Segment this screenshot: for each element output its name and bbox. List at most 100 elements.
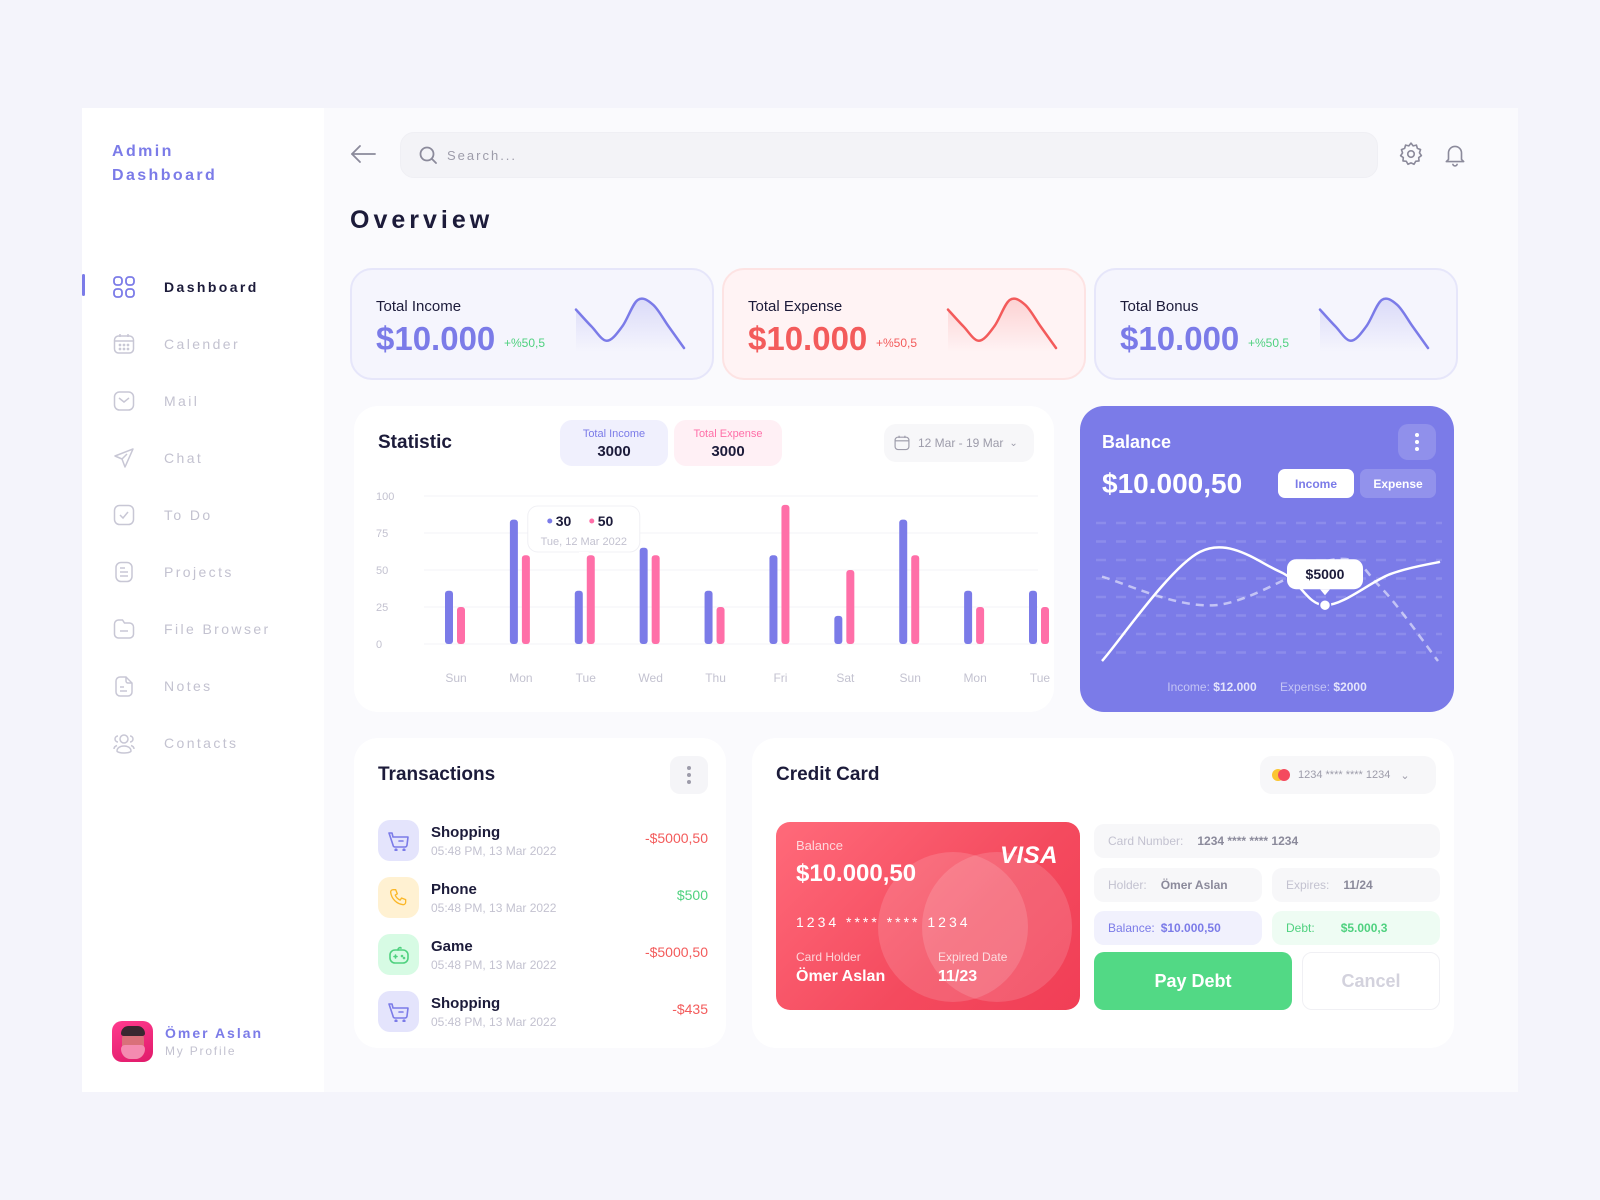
balance-value: $10.000,50 (1102, 468, 1243, 499)
sidebar-item-chat[interactable]: Chat (82, 429, 324, 486)
bonus-sparkline (1318, 297, 1430, 352)
transaction-row[interactable]: Phone 05:48 PM, 13 Mar 2022 $500 (378, 869, 708, 926)
card-select[interactable]: 1234 **** **** 1234 ⌄ (1260, 756, 1436, 794)
balance-menu-button[interactable] (1398, 424, 1436, 460)
pill-value: 3000 (711, 443, 745, 460)
total-income-card[interactable]: Total Income $10.000 +%50,5 (350, 268, 714, 380)
pill-label: Total Income (582, 428, 646, 440)
sidebar: Admin Dashboard Dashboard Calender Mail … (82, 108, 324, 1092)
card-value: $10.000 (748, 320, 868, 357)
card-number: 1234 **** **** 1234 (796, 914, 971, 930)
sidebar-item-label: Notes (164, 677, 213, 694)
card-value: $10.000 (376, 320, 496, 357)
bar-income (639, 547, 648, 644)
pill-value: 3000 (597, 443, 631, 460)
card-balance: $10.000,50 (796, 860, 917, 887)
bar-expense (976, 607, 985, 644)
bar-income (834, 615, 843, 644)
app-window: Admin Dashboard Dashboard Calender Mail … (82, 108, 1518, 1092)
income-legend: Income: $12.000 (1167, 680, 1257, 694)
transaction-amount: $500 (676, 887, 708, 903)
y-tick-label: 50 (376, 565, 388, 577)
transaction-row[interactable]: Shopping 05:48 PM, 13 Mar 2022 -$5000,50 (378, 812, 708, 869)
balance-panel: Balance $10.000,50 Income Expense $5000 … (1080, 406, 1454, 712)
y-tick-label: 75 (376, 528, 388, 540)
brand-line-1: Admin (112, 143, 174, 160)
profile-name: Ömer Aslan (165, 1025, 264, 1041)
brand-logo[interactable]: Admin Dashboard (112, 140, 217, 188)
sidebar-item-mail[interactable]: Mail (82, 372, 324, 429)
profile-link[interactable]: Ömer Aslan My Profile (112, 1021, 263, 1062)
sidebar-item-label: Mail (164, 392, 200, 409)
total-expense-pill[interactable]: Total Expense 3000 (674, 420, 782, 466)
date-range-value: 12 Mar - 19 Mar (918, 436, 1004, 450)
income-toggle[interactable]: Income (1278, 469, 1354, 498)
total-expense-card[interactable]: Total Expense $10.000 +%50,5 (722, 268, 1086, 380)
transaction-name: Game (431, 937, 473, 955)
x-tick-label: Thu (705, 671, 726, 685)
panel-title: Transactions (378, 764, 496, 785)
pay-debt-button[interactable]: Pay Debt (1094, 952, 1292, 1010)
notifications-button[interactable] (1442, 141, 1468, 167)
tooltip-income: 30 (556, 513, 572, 529)
sidebar-item-calender[interactable]: Calender (82, 315, 324, 372)
transaction-name: Phone (431, 880, 477, 898)
transactions-menu-button[interactable] (670, 756, 708, 794)
cart-icon (378, 820, 419, 861)
selected-card-number: 1234 **** **** 1234 (1298, 769, 1391, 781)
bar-expense (586, 555, 595, 644)
bell-icon (1445, 145, 1465, 167)
search-input[interactable] (447, 147, 1347, 163)
chart-tooltip: 30 50 Tue, 12 Mar 2022 (527, 505, 641, 558)
total-income-pill[interactable]: Total Income 3000 (560, 420, 668, 466)
sidebar-item-contacts[interactable]: Contacts (82, 714, 324, 771)
x-tick-label: Sun (900, 671, 921, 685)
search-bar (400, 132, 1378, 178)
cancel-button[interactable]: Cancel (1302, 952, 1440, 1010)
bar-expense (1041, 607, 1049, 644)
bar-income (509, 519, 518, 644)
statistic-panel: Statistic Total Income 3000 Total Expens… (354, 406, 1054, 712)
card-expiry-label: Expired Date (938, 950, 1008, 964)
more-vertical-icon (687, 766, 691, 770)
transaction-name: Shopping (431, 823, 501, 841)
bar-income (964, 590, 973, 644)
sidebar-item-file-browser[interactable]: File Browser (82, 600, 324, 657)
panel-title: Statistic (378, 432, 452, 453)
sidebar-item-notes[interactable]: Notes (82, 657, 324, 714)
x-tick-label: Sun (445, 671, 466, 685)
sidebar-item-projects[interactable]: Projects (82, 543, 324, 600)
mail-icon (112, 389, 136, 413)
card-title: Total Income (376, 298, 462, 315)
transaction-amount: -$5000,50 (644, 830, 708, 846)
transaction-row[interactable]: Game 05:48 PM, 13 Mar 2022 -$5000,50 (378, 926, 708, 983)
settings-button[interactable] (1398, 141, 1424, 167)
sidebar-item-label: Projects (164, 563, 234, 580)
bar-expense (846, 570, 855, 644)
x-tick-label: Wed (638, 671, 662, 685)
sidebar-item-todo[interactable]: To Do (82, 486, 324, 543)
expense-sparkline (946, 297, 1058, 352)
date-range-select[interactable]: 12 Mar - 19 Mar ⌄ (884, 424, 1034, 462)
sidebar-item-label: Contacts (164, 734, 239, 751)
statistic-bar-chart: 0 25 50 75 100 Sun Mon Tue Wed Thu Fri Sat Sun Mon Tue… (376, 491, 1050, 685)
x-tick-label: Fri (773, 671, 787, 685)
transaction-row[interactable]: Shopping 05:48 PM, 13 Mar 2022 -$435 (378, 983, 708, 1040)
sidebar-item-dashboard[interactable]: Dashboard (82, 258, 324, 315)
bar-expense (781, 504, 790, 644)
y-tick-label: 100 (376, 491, 394, 503)
sidebar-item-label: Chat (164, 449, 204, 466)
bar-expense (911, 555, 920, 644)
users-icon (112, 731, 136, 755)
sidebar-nav: Dashboard Calender Mail Chat To Do Proje… (82, 258, 324, 771)
total-bonus-card[interactable]: Total Bonus $10.000 +%50,5 (1094, 268, 1458, 380)
y-tick-label: 0 (376, 639, 382, 651)
credit-card-visual[interactable]: Balance $10.000,50 VISA 1234 **** **** 1… (776, 822, 1080, 1010)
back-button[interactable] (350, 144, 380, 168)
gear-icon (1399, 142, 1423, 166)
expense-toggle[interactable]: Expense (1360, 469, 1436, 498)
card-expiry: 11/23 (938, 968, 978, 985)
send-icon (112, 446, 136, 470)
bar-income (704, 590, 713, 644)
transaction-date: 05:48 PM, 13 Mar 2022 (431, 900, 557, 915)
